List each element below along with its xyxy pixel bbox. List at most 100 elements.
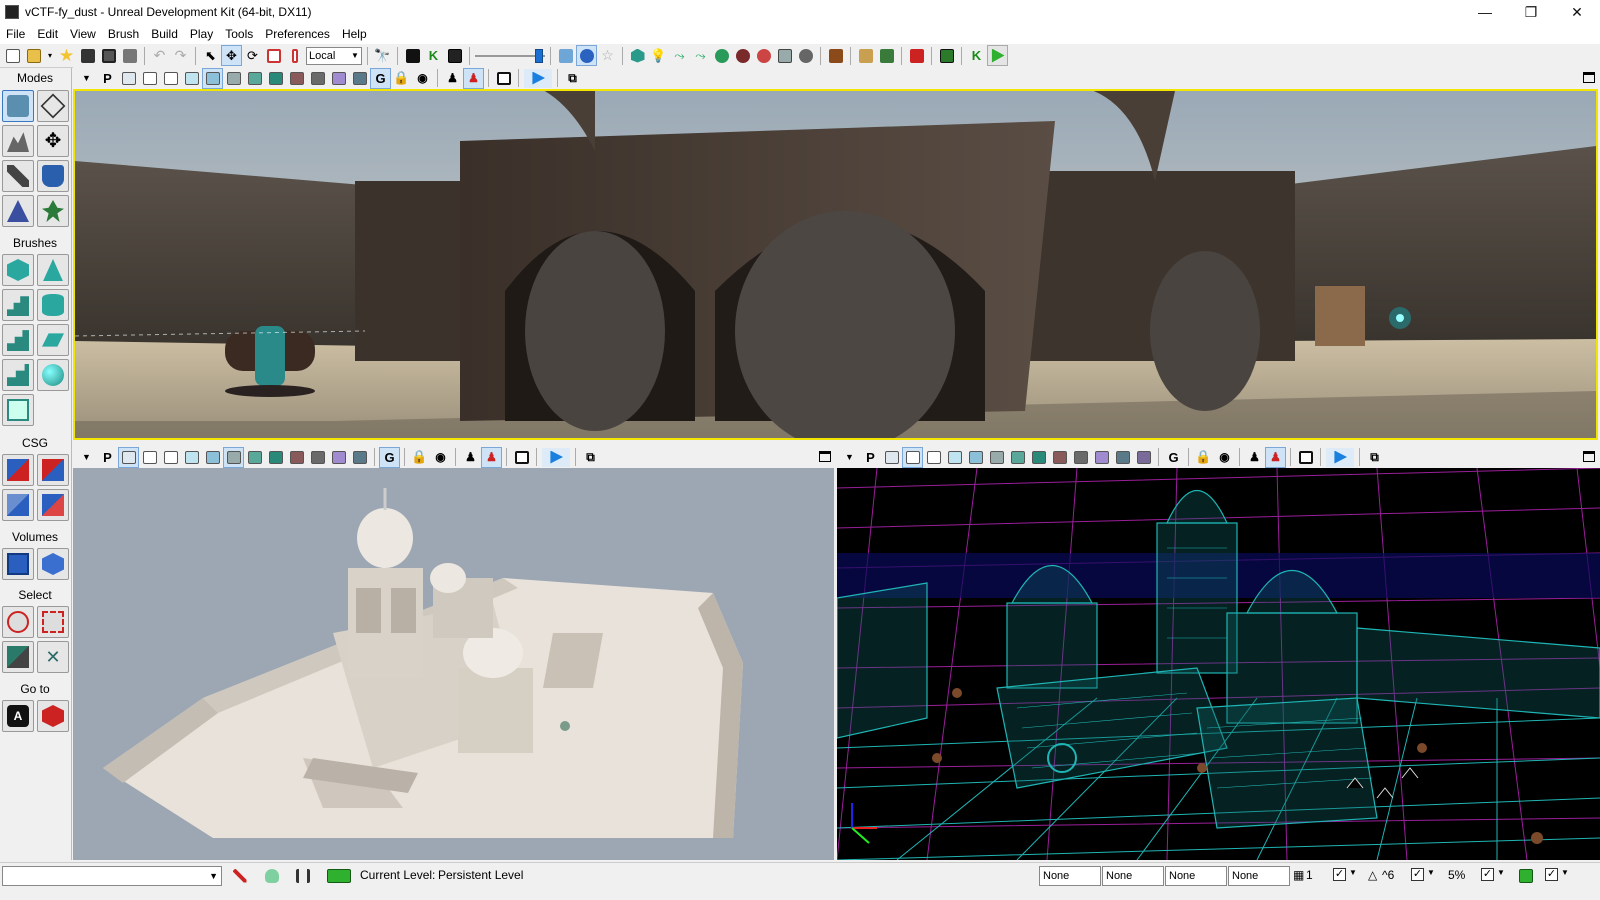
perspective-view-button[interactable]: P xyxy=(98,448,117,467)
camera-actor-button[interactable]: ♟ xyxy=(1245,448,1264,467)
lock-viewport-button[interactable]: 🔒 xyxy=(410,448,429,467)
brush-wireframe-button[interactable] xyxy=(140,448,159,467)
kismet-status-button[interactable] xyxy=(325,866,353,885)
build-lighting-button[interactable]: 💡 xyxy=(649,46,668,65)
streaming-volumes-button[interactable] xyxy=(512,448,531,467)
undock-viewport-button[interactable]: ⧉ xyxy=(563,69,582,88)
camera-mode-button[interactable] xyxy=(2,90,34,122)
shader-complexity-button[interactable] xyxy=(1071,448,1090,467)
scale-mode-button[interactable] xyxy=(264,46,283,65)
maximize-button[interactable]: ❐ xyxy=(1508,0,1554,24)
menu-brush[interactable]: Brush xyxy=(102,27,145,41)
lit-button[interactable] xyxy=(966,448,985,467)
menu-edit[interactable]: Edit xyxy=(31,27,64,41)
invert-selection-button[interactable] xyxy=(2,641,34,673)
wireframe-button[interactable] xyxy=(924,448,943,467)
show-all-button[interactable]: ✕ xyxy=(37,641,69,673)
texture-alignment-button[interactable] xyxy=(2,160,34,192)
grid-snap-checkbox[interactable]: ✓ xyxy=(1333,868,1346,881)
move-tool-button[interactable]: ✥ xyxy=(37,125,69,157)
sphere-brush-button[interactable] xyxy=(37,359,69,391)
minimize-button[interactable]: — xyxy=(1462,0,1508,24)
save-button[interactable] xyxy=(78,46,97,65)
realtime-toggle-button[interactable]: ♟ xyxy=(481,446,502,468)
level-browser-button[interactable] xyxy=(877,46,896,65)
undo-button[interactable]: ↶ xyxy=(150,46,169,65)
play-in-viewport-button[interactable] xyxy=(542,447,570,467)
realtime-toggle-button[interactable]: ♟ xyxy=(463,67,484,89)
redo-button[interactable]: ↷ xyxy=(171,46,190,65)
viewport-options-dropdown[interactable]: ▼ xyxy=(77,69,96,88)
realtime-preview-button[interactable]: ◉ xyxy=(431,448,450,467)
build-all-button[interactable] xyxy=(712,46,731,65)
realtime-audio-checkbox[interactable]: ✓ xyxy=(1545,868,1558,881)
csg-intersect-button[interactable] xyxy=(2,489,34,521)
translate-mode-button[interactable]: ✥ xyxy=(221,45,242,66)
toggle-snap-button[interactable] xyxy=(576,45,597,66)
lock-viewport-button[interactable]: 🔒 xyxy=(392,69,411,88)
cylinder-brush-button[interactable] xyxy=(37,289,69,321)
lighting-only-lightmap-button[interactable] xyxy=(350,69,369,88)
save-all-button[interactable] xyxy=(99,46,118,65)
new-map-button[interactable] xyxy=(3,46,22,65)
slider-thumb[interactable] xyxy=(535,48,543,63)
detail-lighting-button[interactable] xyxy=(987,448,1006,467)
lighting-only-lightmap-button[interactable] xyxy=(350,448,369,467)
goto-builder-brush-button[interactable] xyxy=(37,700,69,732)
level-grid-toggle[interactable] xyxy=(293,866,312,885)
sheet-brush-button[interactable] xyxy=(37,324,69,356)
maximize-viewport-button[interactable] xyxy=(819,451,831,462)
menu-build[interactable]: Build xyxy=(145,27,184,41)
top-view-button[interactable] xyxy=(882,448,901,467)
game-view-button[interactable]: G xyxy=(1164,448,1183,467)
goto-actor-button[interactable]: A xyxy=(2,700,34,732)
top-view-button[interactable] xyxy=(119,69,138,88)
csg-add-button[interactable] xyxy=(2,454,34,486)
light-complexity-button[interactable] xyxy=(1029,448,1048,467)
brush-wireframe-button[interactable] xyxy=(902,446,923,468)
maximize-viewport-button[interactable] xyxy=(1583,451,1595,462)
build-geometry-button[interactable] xyxy=(628,46,647,65)
play-in-editor-button[interactable] xyxy=(987,45,1008,66)
foliage-mode-button[interactable] xyxy=(37,195,69,227)
lit-top-viewport[interactable] xyxy=(73,468,834,860)
shader-complexity-button[interactable] xyxy=(308,448,327,467)
menu-view[interactable]: View xyxy=(64,27,102,41)
bookmark-button[interactable]: ☆ xyxy=(598,46,617,65)
scale-snap-dropdown[interactable]: ▼ xyxy=(1497,868,1505,877)
unlit-button[interactable] xyxy=(945,448,964,467)
scale-nonuniform-button[interactable] xyxy=(285,46,304,65)
detail-lighting-button[interactable] xyxy=(224,69,243,88)
lighting-only-button[interactable] xyxy=(245,448,264,467)
command-input[interactable]: ▼ xyxy=(2,866,222,886)
lit-button[interactable] xyxy=(203,448,222,467)
build-cover-button[interactable]: ⤳ xyxy=(691,46,710,65)
camera-speed-button[interactable] xyxy=(556,46,575,65)
wireframe-button[interactable] xyxy=(161,69,180,88)
viewport-options-dropdown[interactable]: ▼ xyxy=(77,448,96,467)
light-complexity-button[interactable] xyxy=(266,69,285,88)
viewport-options-dropdown[interactable]: ▼ xyxy=(840,448,859,467)
terrain-mode-button[interactable] xyxy=(2,125,34,157)
lightmap-density-button[interactable] xyxy=(1092,448,1111,467)
build-actors-button[interactable] xyxy=(733,46,752,65)
streaming-volumes-button[interactable] xyxy=(494,69,513,88)
lighting-toggle[interactable] xyxy=(262,866,281,885)
realtime-audio-dropdown[interactable]: ▼ xyxy=(1561,868,1569,877)
csg-subtract-button[interactable] xyxy=(37,454,69,486)
play-in-viewport-button[interactable] xyxy=(524,68,552,88)
scale-snap-checkbox[interactable]: ✓ xyxy=(1481,868,1494,881)
camera-actor-button[interactable]: ♟ xyxy=(461,448,480,467)
recent-files-dropdown[interactable]: ▾ xyxy=(45,46,55,65)
menu-file[interactable]: File xyxy=(0,27,31,41)
game-view-button[interactable]: G xyxy=(370,67,391,89)
drag-grid-slider[interactable] xyxy=(475,47,545,65)
lighting-quality-button[interactable] xyxy=(775,46,794,65)
perspective-viewport[interactable] xyxy=(73,89,1598,440)
wireframe-viewport[interactable] xyxy=(837,468,1600,860)
save-levels-button[interactable] xyxy=(120,46,139,65)
shader-complexity-button[interactable] xyxy=(308,69,327,88)
grid-snap-dropdown[interactable]: ▼ xyxy=(1349,868,1357,877)
kismet-button[interactable]: K xyxy=(424,46,443,65)
coordinate-system-dropdown[interactable]: Local ▼ xyxy=(306,46,362,65)
